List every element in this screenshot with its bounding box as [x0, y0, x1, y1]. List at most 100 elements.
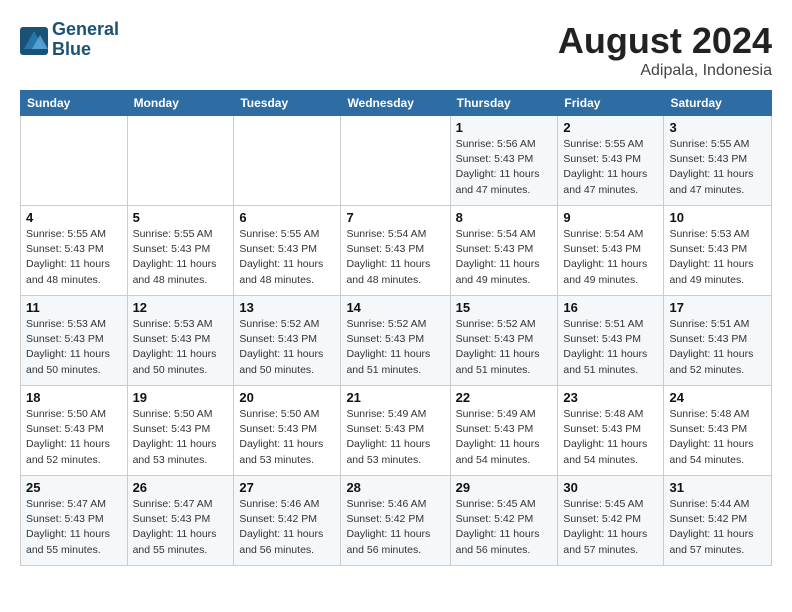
day-number: 29	[456, 480, 553, 495]
location: Adipala, Indonesia	[558, 62, 772, 80]
day-info: Sunrise: 5:51 AMSunset: 5:43 PMDaylight:…	[563, 317, 658, 378]
day-info: Sunrise: 5:50 AMSunset: 5:43 PMDaylight:…	[133, 407, 229, 468]
day-number: 14	[346, 300, 444, 315]
calendar-cell: 16 Sunrise: 5:51 AMSunset: 5:43 PMDayligh…	[558, 296, 664, 386]
day-number: 2	[563, 120, 658, 135]
calendar-cell: 11Sunrise: 5:53 AMSunset: 5:43 PMDayligh…	[21, 296, 128, 386]
day-info: Sunrise: 5:50 AMSunset: 5:43 PMDaylight:…	[239, 407, 335, 468]
day-info: Sunrise: 5:49 AMSunset: 5:43 PMDaylight:…	[456, 407, 553, 468]
calendar-cell: 17 Sunrise: 5:51 AMSunset: 5:43 PMDayligh…	[664, 296, 772, 386]
calendar-cell: 8Sunrise: 5:54 AMSunset: 5:43 PMDaylight…	[450, 206, 558, 296]
day-number: 7	[346, 210, 444, 225]
weekday-header: Saturday	[664, 91, 772, 116]
calendar-cell: 31 Sunrise: 5:44 AMSunset: 5:42 PMDayligh…	[664, 476, 772, 566]
day-info: Sunrise: 5:53 AMSunset: 5:43 PMDaylight:…	[669, 227, 766, 288]
logo-line2: Blue	[52, 40, 119, 60]
calendar-cell	[341, 116, 450, 206]
calendar-cell: 26 Sunrise: 5:47 AMSunset: 5:43 PMDayligh…	[127, 476, 234, 566]
month-title: August 2024	[558, 20, 772, 62]
weekday-header: Tuesday	[234, 91, 341, 116]
day-info: Sunrise: 5:44 AMSunset: 5:42 PMDaylight:…	[669, 497, 766, 558]
weekday-header: Monday	[127, 91, 234, 116]
day-number: 30	[563, 480, 658, 495]
day-number: 13	[239, 300, 335, 315]
calendar-cell	[21, 116, 128, 206]
calendar-cell: 25Sunrise: 5:47 AMSunset: 5:43 PMDayligh…	[21, 476, 128, 566]
day-number: 12	[133, 300, 229, 315]
day-info: Sunrise: 5:52 AMSunset: 5:43 PMDaylight:…	[346, 317, 444, 378]
day-info: Sunrise: 5:56 AMSunset: 5:43 PMDaylight:…	[456, 137, 553, 198]
day-info: Sunrise: 5:55 AMSunset: 5:43 PMDaylight:…	[563, 137, 658, 198]
day-info: Sunrise: 5:47 AMSunset: 5:43 PMDaylight:…	[26, 497, 122, 558]
calendar-cell: 20 Sunrise: 5:50 AMSunset: 5:43 PMDayligh…	[234, 386, 341, 476]
day-info: Sunrise: 5:52 AMSunset: 5:43 PMDaylight:…	[456, 317, 553, 378]
logo-line1: General	[52, 20, 119, 40]
logo-text: General Blue	[52, 20, 119, 60]
day-info: Sunrise: 5:46 AMSunset: 5:42 PMDaylight:…	[346, 497, 444, 558]
calendar-cell: 24Sunrise: 5:48 AMSunset: 5:43 PMDayligh…	[664, 386, 772, 476]
calendar-cell: 13 Sunrise: 5:52 AMSunset: 5:43 PMDayligh…	[234, 296, 341, 386]
calendar-cell: 2 Sunrise: 5:55 AMSunset: 5:43 PMDaylight…	[558, 116, 664, 206]
logo-icon	[20, 27, 48, 55]
page-header: General Blue August 2024 Adipala, Indone…	[20, 20, 772, 80]
day-info: Sunrise: 5:51 AMSunset: 5:43 PMDaylight:…	[669, 317, 766, 378]
day-number: 5	[133, 210, 229, 225]
day-number: 4	[26, 210, 122, 225]
calendar-cell: 22 Sunrise: 5:49 AMSunset: 5:43 PMDayligh…	[450, 386, 558, 476]
day-number: 9	[563, 210, 658, 225]
calendar-cell: 15Sunrise: 5:52 AMSunset: 5:43 PMDayligh…	[450, 296, 558, 386]
calendar-cell: 14 Sunrise: 5:52 AMSunset: 5:43 PMDayligh…	[341, 296, 450, 386]
title-block: August 2024 Adipala, Indonesia	[558, 20, 772, 80]
day-number: 28	[346, 480, 444, 495]
day-number: 27	[239, 480, 335, 495]
day-number: 21	[346, 390, 444, 405]
day-info: Sunrise: 5:53 AMSunset: 5:43 PMDaylight:…	[133, 317, 229, 378]
calendar-cell: 28 Sunrise: 5:46 AMSunset: 5:42 PMDayligh…	[341, 476, 450, 566]
calendar-cell: 6Sunrise: 5:55 AMSunset: 5:43 PMDaylight…	[234, 206, 341, 296]
day-number: 11	[26, 300, 122, 315]
calendar-cell: 18 Sunrise: 5:50 AMSunset: 5:43 PMDayligh…	[21, 386, 128, 476]
day-number: 16	[563, 300, 658, 315]
day-info: Sunrise: 5:49 AMSunset: 5:43 PMDaylight:…	[346, 407, 444, 468]
day-info: Sunrise: 5:45 AMSunset: 5:42 PMDaylight:…	[563, 497, 658, 558]
day-info: Sunrise: 5:52 AMSunset: 5:43 PMDaylight:…	[239, 317, 335, 378]
calendar-header: SundayMondayTuesdayWednesdayThursdayFrid…	[21, 91, 772, 116]
calendar-cell: 19Sunrise: 5:50 AMSunset: 5:43 PMDayligh…	[127, 386, 234, 476]
day-number: 22	[456, 390, 553, 405]
day-number: 3	[669, 120, 766, 135]
day-number: 1	[456, 120, 553, 135]
day-info: Sunrise: 5:54 AMSunset: 5:43 PMDaylight:…	[346, 227, 444, 288]
calendar-cell: 30 Sunrise: 5:45 AMSunset: 5:42 PMDayligh…	[558, 476, 664, 566]
day-number: 17	[669, 300, 766, 315]
day-number: 10	[669, 210, 766, 225]
calendar-cell: 27Sunrise: 5:46 AMSunset: 5:42 PMDayligh…	[234, 476, 341, 566]
weekday-header: Sunday	[21, 91, 128, 116]
calendar-cell: 23 Sunrise: 5:48 AMSunset: 5:43 PMDayligh…	[558, 386, 664, 476]
calendar-cell: 1 Sunrise: 5:56 AMSunset: 5:43 PMDaylight…	[450, 116, 558, 206]
calendar-week-row: 18 Sunrise: 5:50 AMSunset: 5:43 PMDayligh…	[21, 386, 772, 476]
calendar-cell: 5Sunrise: 5:55 AMSunset: 5:43 PMDaylight…	[127, 206, 234, 296]
calendar-cell	[127, 116, 234, 206]
calendar-week-row: 1 Sunrise: 5:56 AMSunset: 5:43 PMDaylight…	[21, 116, 772, 206]
calendar-table: SundayMondayTuesdayWednesdayThursdayFrid…	[20, 90, 772, 566]
day-number: 20	[239, 390, 335, 405]
day-number: 31	[669, 480, 766, 495]
day-info: Sunrise: 5:47 AMSunset: 5:43 PMDaylight:…	[133, 497, 229, 558]
calendar-cell: 4Sunrise: 5:55 AMSunset: 5:43 PMDaylight…	[21, 206, 128, 296]
calendar-week-row: 11 Sunrise: 5:53 AMSunset: 5:43 PMDayligh…	[21, 296, 772, 386]
day-number: 23	[563, 390, 658, 405]
logo: General Blue	[20, 20, 119, 60]
calendar-cell: 10 Sunrise: 5:53 AMSunset: 5:43 PMDayligh…	[664, 206, 772, 296]
day-number: 26	[133, 480, 229, 495]
day-info: Sunrise: 5:54 AMSunset: 5:43 PMDaylight:…	[563, 227, 658, 288]
weekday-header: Friday	[558, 91, 664, 116]
day-number: 18	[26, 390, 122, 405]
calendar-cell: 12 Sunrise: 5:53 AMSunset: 5:43 PMDayligh…	[127, 296, 234, 386]
day-info: Sunrise: 5:50 AMSunset: 5:43 PMDaylight:…	[26, 407, 122, 468]
calendar-cell: 21 Sunrise: 5:49 AMSunset: 5:43 PMDayligh…	[341, 386, 450, 476]
day-info: Sunrise: 5:55 AMSunset: 5:43 PMDaylight:…	[669, 137, 766, 198]
calendar-cell: 29Sunrise: 5:45 AMSunset: 5:42 PMDayligh…	[450, 476, 558, 566]
day-info: Sunrise: 5:48 AMSunset: 5:43 PMDaylight:…	[563, 407, 658, 468]
weekday-header: Wednesday	[341, 91, 450, 116]
day-number: 24	[669, 390, 766, 405]
